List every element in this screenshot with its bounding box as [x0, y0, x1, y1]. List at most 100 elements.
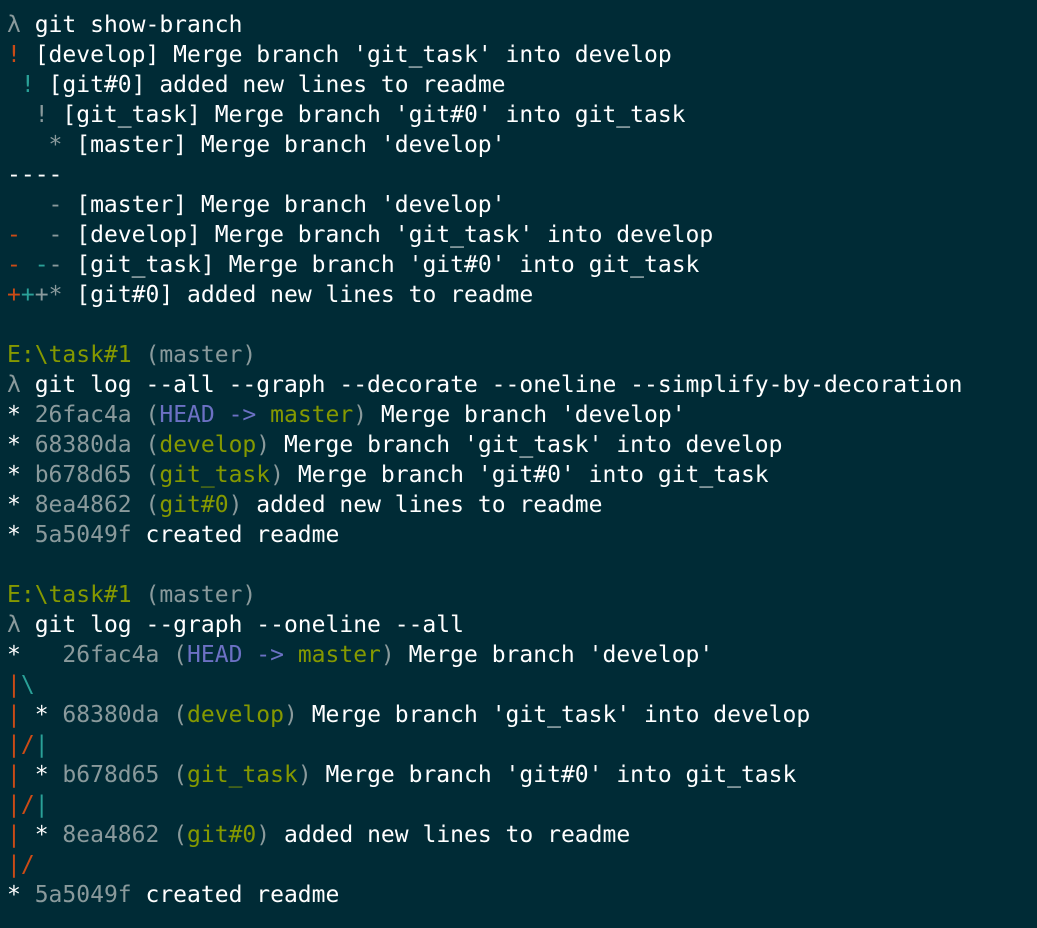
terminal-text-segment: * — [7, 882, 35, 908]
terminal-text-segment: ( — [131, 492, 160, 518]
terminal-text-segment: - — [7, 192, 63, 218]
terminal-line-output: ! [git_task] Merge branch 'git#0' into g… — [7, 100, 1037, 130]
terminal-text-segment: ( — [159, 822, 188, 848]
terminal-text-segment: * — [7, 132, 63, 158]
terminal-text-segment: ( — [131, 402, 160, 428]
terminal-text-segment: git show-branch — [20, 12, 243, 38]
terminal-text-segment: [git_task] Merge branch 'git#0' into git… — [48, 102, 686, 128]
terminal-text-segment: Merge branch 'git#0' into git_task — [283, 462, 769, 488]
terminal-text-segment: * — [7, 432, 35, 458]
terminal-line-output: - -- [git_task] Merge branch 'git#0' int… — [7, 250, 1037, 280]
terminal-text-segment: ! — [7, 72, 35, 98]
terminal-text-segment: + — [20, 282, 35, 308]
terminal-text-segment: git log --all --graph --decorate --oneli… — [20, 372, 963, 398]
terminal-text-segment: - — [7, 252, 21, 278]
terminal-text-segment: * — [7, 642, 63, 668]
terminal-text-segment: [master] Merge branch 'develop' — [62, 132, 506, 158]
terminal-text-segment: Merge branch 'git_task' into develop — [297, 702, 811, 728]
terminal-line-output: | * b678d65 (git_task) Merge branch 'git… — [7, 760, 1037, 790]
terminal-text-segment: | — [34, 732, 49, 758]
terminal-text-segment: / — [20, 732, 35, 758]
terminal-text-segment: + — [34, 282, 49, 308]
terminal-line-output: * 68380da (develop) Merge branch 'git_ta… — [7, 430, 1037, 460]
terminal-text-segment: added new lines to readme — [270, 822, 631, 848]
terminal-line-graph: |\ — [7, 670, 1037, 700]
terminal-text-segment: [git#0] added new lines to readme — [34, 72, 506, 98]
terminal-text-segment: 5a5049f — [34, 882, 132, 908]
terminal-text-segment: git_task — [159, 462, 271, 488]
terminal-text-segment: ) — [297, 762, 312, 788]
terminal-text-segment: λ — [7, 612, 21, 638]
terminal-text-segment: ) — [256, 822, 271, 848]
terminal-text-segment: [git#0] added new lines to readme — [62, 282, 534, 308]
terminal-line-prompt: E:\task#1 (master) — [7, 580, 1037, 610]
terminal-text-segment: Merge branch 'develop' — [394, 642, 714, 668]
terminal-text-segment: added new lines to readme — [242, 492, 603, 518]
terminal-text-segment: (master) — [131, 342, 257, 368]
terminal-text-segment: 68380da — [34, 432, 132, 458]
terminal-text-segment: E:\task#1 — [7, 342, 132, 368]
terminal-text-segment: * — [20, 762, 63, 788]
terminal-text-segment: / — [20, 792, 35, 818]
terminal-text-segment: ) — [380, 642, 395, 668]
terminal-text-segment: 26fac4a — [34, 402, 132, 428]
terminal-text-segment: + — [7, 282, 21, 308]
terminal-text-segment: ) — [228, 492, 243, 518]
terminal-text-segment: * — [7, 462, 35, 488]
terminal-text-segment: ---- — [7, 162, 63, 188]
terminal-line-output: ---- — [7, 160, 1037, 190]
terminal-text-segment: ! — [7, 102, 49, 128]
terminal-line-output: +++* [git#0] added new lines to readme — [7, 280, 1037, 310]
terminal-text-segment: Merge branch 'develop' — [367, 402, 686, 428]
terminal-text-segment: 5a5049f — [34, 522, 132, 548]
terminal-text-segment: ) — [353, 402, 368, 428]
terminal-line-output: * 5a5049f created readme — [7, 880, 1037, 910]
terminal-text-segment: - — [20, 222, 63, 248]
terminal-text-segment: ( — [131, 432, 160, 458]
terminal-text-segment: * — [7, 492, 35, 518]
terminal-text-segment: ( — [159, 702, 188, 728]
terminal-text-segment: | — [7, 732, 21, 758]
terminal-line-output: * 8ea4862 (git#0) added new lines to rea… — [7, 490, 1037, 520]
terminal-line-graph: |/| — [7, 730, 1037, 760]
terminal-text-segment: b678d65 — [62, 762, 160, 788]
terminal-text-segment: ! — [7, 42, 21, 68]
terminal-text-segment: 26fac4a — [62, 642, 160, 668]
terminal-line-graph: |/ — [7, 850, 1037, 880]
terminal-line-command: λ git show-branch — [7, 10, 1037, 40]
terminal-output[interactable]: λ git show-branch! [develop] Merge branc… — [7, 10, 1037, 910]
terminal-text-segment: Merge branch 'git#0' into git_task — [311, 762, 797, 788]
terminal-text-segment: HEAD -> — [159, 402, 271, 428]
terminal-text-segment: * — [20, 822, 63, 848]
terminal-text-segment: - — [7, 222, 21, 248]
terminal-line-output: - - [develop] Merge branch 'git_task' in… — [7, 220, 1037, 250]
terminal-text-segment: git#0 — [187, 822, 257, 848]
terminal-text-segment: master — [270, 402, 354, 428]
terminal-text-segment: | — [7, 762, 21, 788]
terminal-text-segment: - — [48, 252, 63, 278]
terminal-text-segment: created readme — [131, 882, 340, 908]
terminal-text-segment: | — [7, 672, 21, 698]
terminal-text-segment: develop — [159, 432, 257, 458]
terminal-text-segment: ) — [283, 702, 298, 728]
terminal-text-segment: * — [7, 402, 35, 428]
terminal-text-segment: 68380da — [62, 702, 160, 728]
terminal-line-output: * 26fac4a (HEAD -> master) Merge branch … — [7, 400, 1037, 430]
terminal-text-segment: 8ea4862 — [34, 492, 132, 518]
terminal-text-segment: [master] Merge branch 'develop' — [62, 192, 506, 218]
terminal-text-segment: git#0 — [159, 492, 229, 518]
terminal-text-segment: - — [20, 252, 49, 278]
terminal-text-segment: λ — [7, 372, 21, 398]
terminal-line-output: * 5a5049f created readme — [7, 520, 1037, 550]
terminal-text-segment: | — [34, 792, 49, 818]
terminal-text-segment: ( — [159, 762, 188, 788]
terminal-text-segment: [git_task] Merge branch 'git#0' into git… — [62, 252, 700, 278]
terminal-line-prompt: E:\task#1 (master) — [7, 340, 1037, 370]
terminal-text-segment: [develop] Merge branch 'git_task' into d… — [62, 222, 714, 248]
terminal-text-segment: | — [7, 702, 21, 728]
terminal-line-command: λ git log --all --graph --decorate --one… — [7, 370, 1037, 400]
terminal-text-segment: ( — [131, 462, 160, 488]
terminal-line-output: | * 68380da (develop) Merge branch 'git_… — [7, 700, 1037, 730]
